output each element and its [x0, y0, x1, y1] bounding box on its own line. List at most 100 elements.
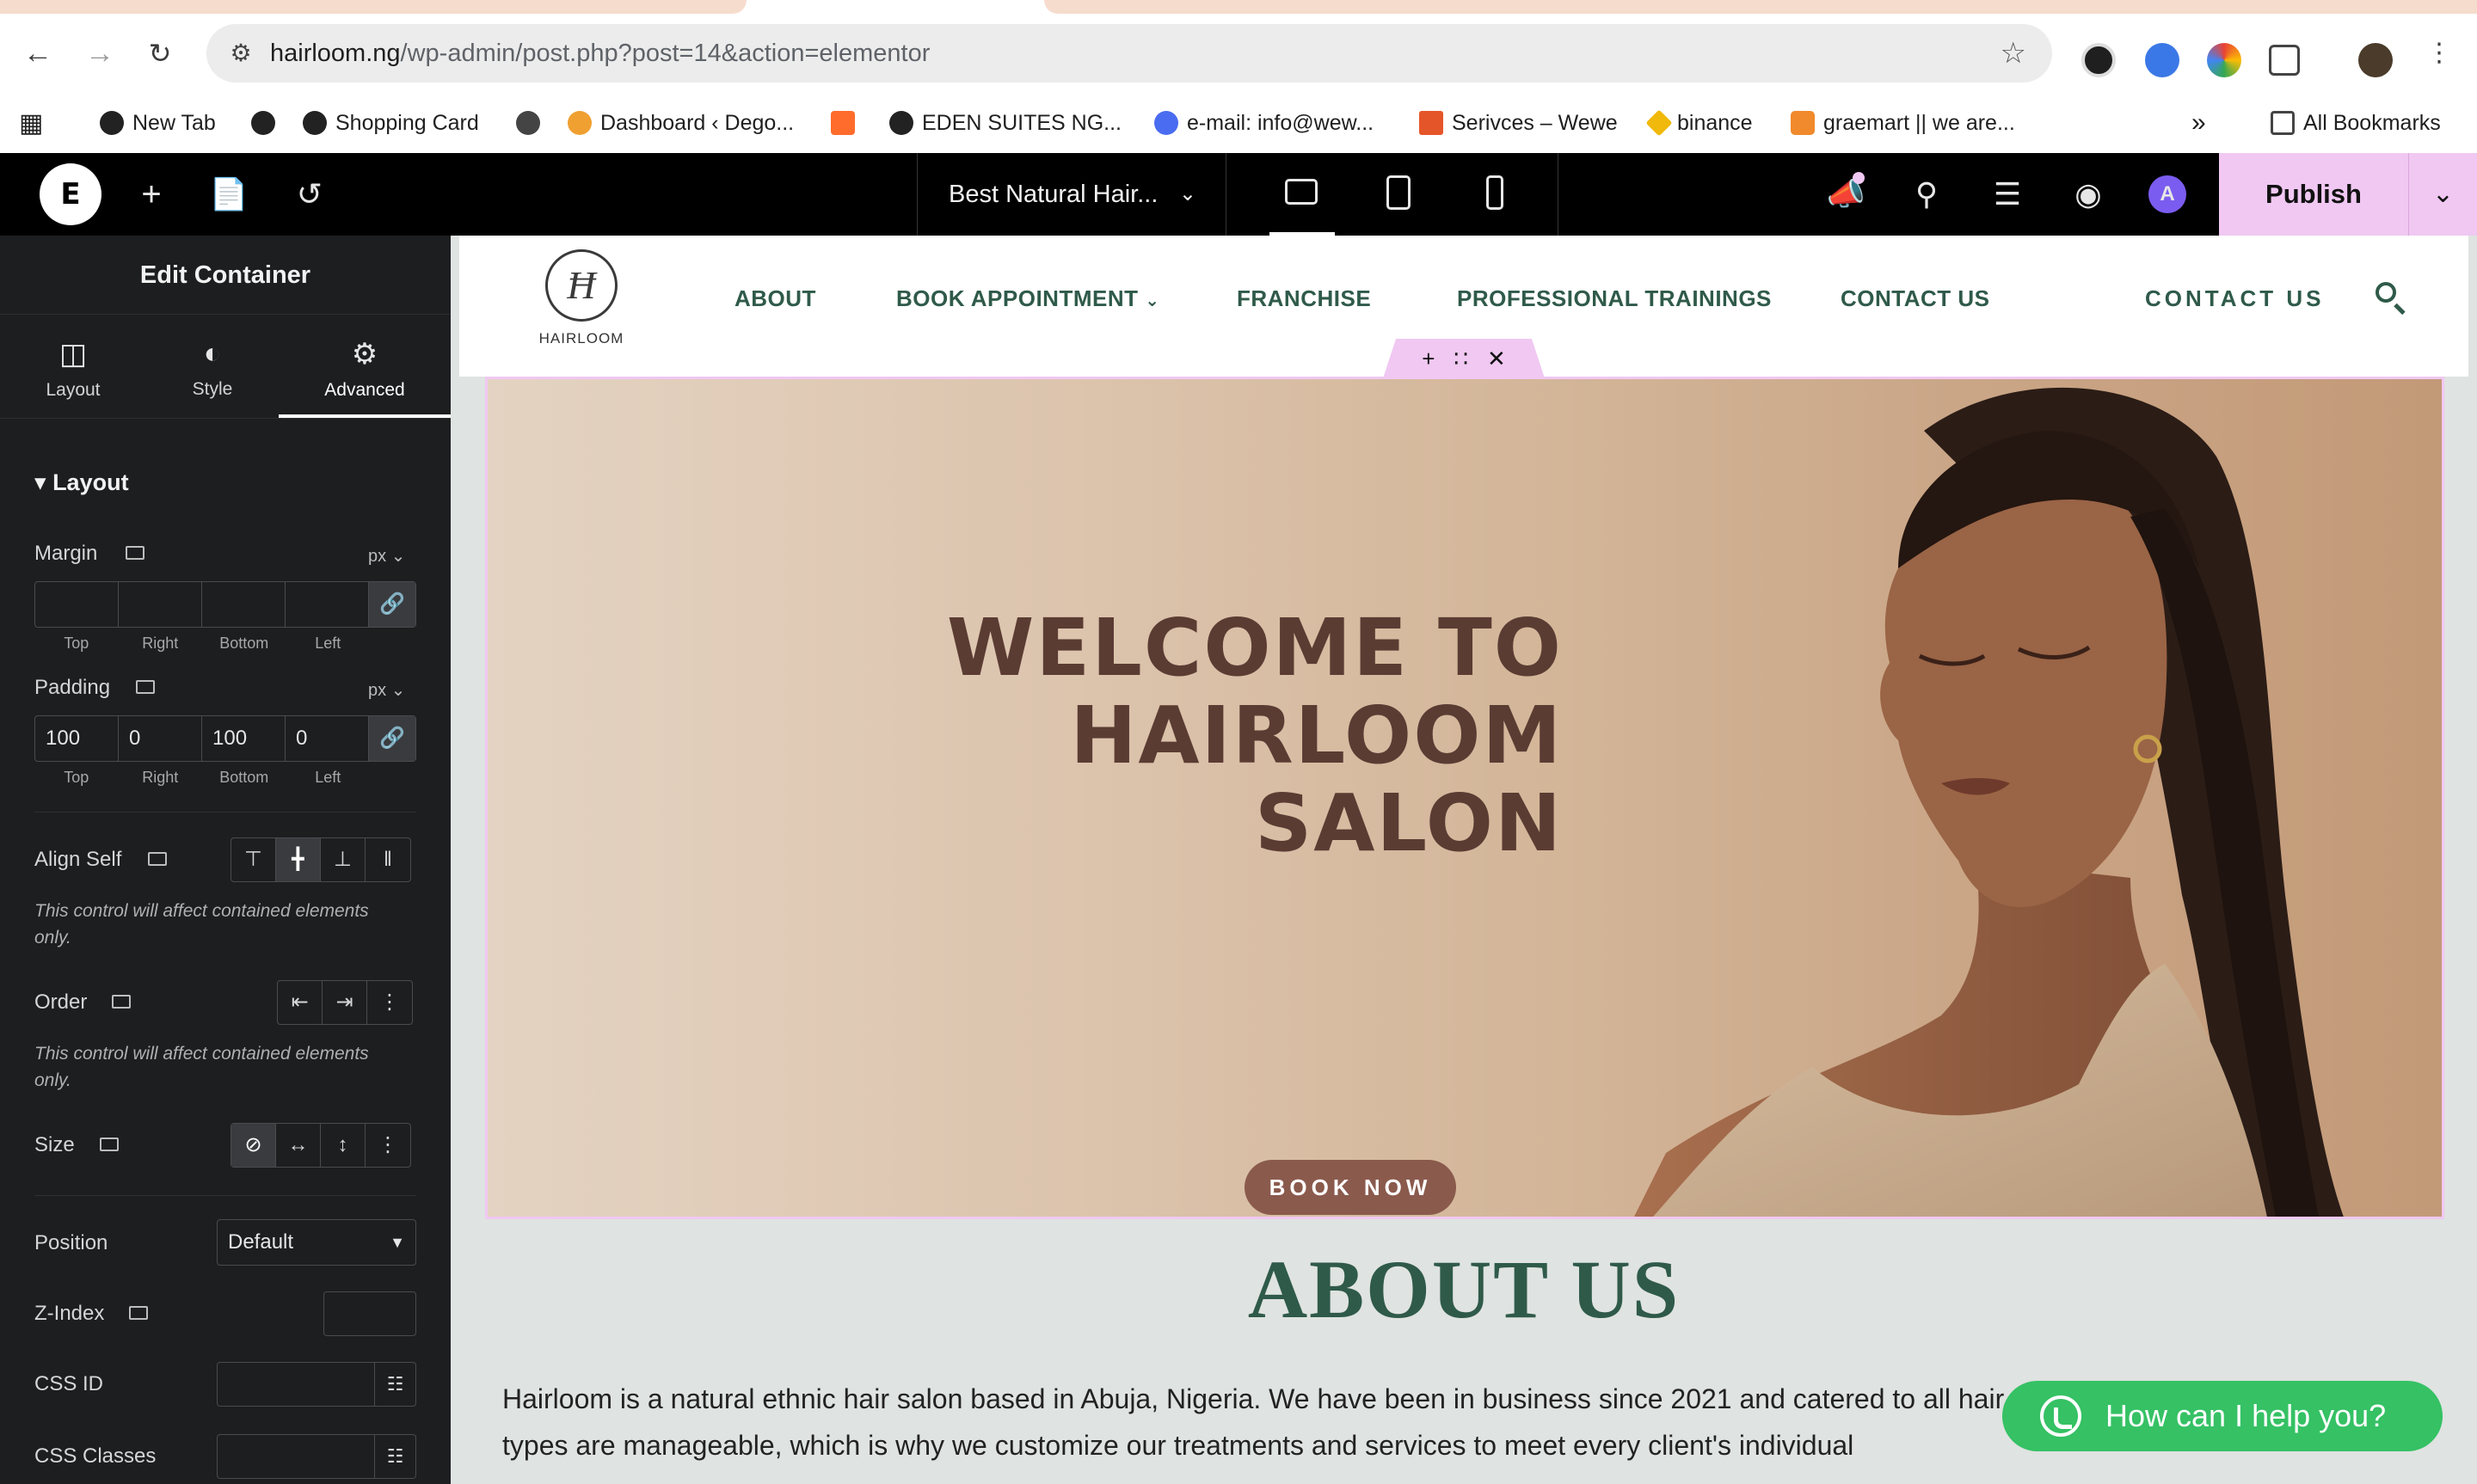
margin-right-input[interactable] — [119, 582, 202, 627]
bookmark-item[interactable]: Dashboard ‹ Dego... — [568, 108, 794, 138]
nav-book-appointment[interactable]: BOOK APPOINTMENT ⌄ — [896, 285, 1159, 312]
contact-us-button[interactable]: CONTACT US — [2145, 285, 2325, 312]
responsive-monitor-icon[interactable] — [129, 1306, 148, 1320]
ai-assistant-icon[interactable]: A — [2148, 175, 2186, 213]
desktop-icon[interactable] — [1269, 170, 1335, 236]
address-bar[interactable]: ⚙ hairloom.ng/wp-admin/post.php?post=14&… — [206, 24, 2052, 83]
tab-layout[interactable]: ◫ Layout — [0, 318, 146, 418]
tab-style[interactable]: ◐ Style — [139, 318, 286, 418]
history-icon[interactable]: ↺ — [287, 172, 332, 217]
order-first-icon[interactable]: ⇤ — [278, 981, 323, 1024]
hero-container[interactable]: WELCOME TO HAIRLOOM SALON BOOK NOW — [485, 377, 2444, 1219]
order-last-icon[interactable]: ⇥ — [323, 981, 367, 1024]
all-bookmarks[interactable]: All Bookmarks — [2271, 108, 2441, 138]
dynamic-tags-icon[interactable]: ☷ — [375, 1362, 416, 1407]
extensions-puzzle-icon[interactable] — [2269, 45, 2300, 76]
extension-icon[interactable] — [2145, 43, 2179, 77]
browser-tab[interactable] — [0, 0, 747, 14]
bookmark-item[interactable]: e-mail: info@wew... — [1154, 108, 1374, 138]
bookmark-item[interactable]: binance — [1645, 108, 1753, 138]
align-stretch-icon[interactable]: ‖ — [366, 838, 410, 881]
padding-right-input[interactable]: 0 — [119, 716, 202, 761]
more-options-icon[interactable]: ⋮ — [366, 1124, 410, 1167]
bookmark-item[interactable] — [516, 108, 549, 138]
margin-unit-select[interactable]: px ⌄ — [368, 545, 405, 567]
position-select[interactable]: Default ▼ — [217, 1219, 416, 1266]
globe-icon — [100, 111, 124, 135]
padding-left-input[interactable]: 0 — [286, 716, 369, 761]
bookmarks-overflow[interactable]: » — [2191, 108, 2206, 138]
padding-bottom-input[interactable]: 100 — [202, 716, 286, 761]
responsive-monitor-icon[interactable] — [126, 546, 144, 560]
css-classes-input[interactable] — [217, 1434, 375, 1479]
bookmark-item[interactable]: Serivces – Wewe — [1419, 108, 1618, 138]
margin-bottom-input[interactable] — [202, 582, 286, 627]
structure-layers-icon[interactable]: ☰ — [1985, 172, 2030, 217]
delete-container-icon[interactable]: ✕ — [1487, 346, 1506, 372]
publish-options-chevron-icon[interactable]: ⌄ — [2408, 153, 2477, 236]
zindex-input[interactable] — [323, 1291, 416, 1336]
margin-left-input[interactable] — [286, 582, 369, 627]
mobile-icon[interactable] — [1471, 170, 1519, 218]
site-search-icon[interactable] — [2374, 280, 2408, 316]
tablet-icon[interactable] — [1374, 170, 1423, 218]
nav-contact-us[interactable]: CONTACT US — [1841, 285, 1990, 312]
responsive-monitor-icon[interactable] — [136, 680, 155, 694]
bookmark-item[interactable]: graemart || we are... — [1791, 108, 2015, 138]
nav-franchise[interactable]: FRANCHISE — [1237, 285, 1371, 312]
whatsapp-chat-button[interactable]: How can I help you? — [2002, 1381, 2443, 1451]
nav-professional-trainings[interactable]: PROFESSIONAL TRAININGS — [1457, 285, 1772, 312]
link-values-icon[interactable]: 🔗 — [369, 582, 415, 627]
responsive-mode-switcher — [1226, 153, 1558, 236]
tab-advanced[interactable]: ⚙ Advanced — [279, 318, 451, 418]
margin-top-input[interactable] — [35, 582, 119, 627]
search-icon[interactable]: ⚲ — [1904, 172, 1949, 217]
css-id-input[interactable] — [217, 1362, 375, 1407]
page-settings-icon[interactable]: 📄 — [206, 172, 251, 217]
drag-handle-icon[interactable]: ∷ — [1454, 346, 1468, 372]
align-center-icon[interactable]: ╋ — [276, 838, 321, 881]
site-logo[interactable]: Ħ HAIRLOOM — [537, 249, 626, 363]
reload-icon[interactable]: ↻ — [143, 36, 177, 71]
back-icon[interactable]: ← — [21, 36, 55, 71]
size-grow-icon[interactable]: ↔ — [276, 1124, 321, 1167]
url-text[interactable]: hairloom.ng/wp-admin/post.php?post=14&ac… — [270, 40, 930, 68]
bookmark-item[interactable]: Shopping Card — [303, 108, 479, 138]
link-values-icon[interactable]: 🔗 — [369, 716, 415, 761]
add-element-icon[interactable]: + — [129, 172, 174, 217]
bookmark-item[interactable] — [251, 108, 284, 138]
align-start-icon[interactable]: ⊤ — [231, 838, 276, 881]
bookmark-item[interactable]: EDEN SUITES NG... — [889, 108, 1122, 138]
profile-avatar[interactable] — [2358, 43, 2393, 77]
responsive-monitor-icon[interactable] — [148, 852, 167, 866]
browser-tab[interactable] — [1044, 0, 2477, 14]
padding-unit-select[interactable]: px ⌄ — [368, 679, 405, 701]
dynamic-tags-icon[interactable]: ☷ — [375, 1434, 416, 1479]
bookmark-item[interactable]: New Tab — [100, 108, 216, 138]
size-none-icon[interactable]: ⊘ — [231, 1124, 276, 1167]
add-container-icon[interactable]: + — [1422, 346, 1435, 372]
padding-top-input[interactable]: 100 — [35, 716, 119, 761]
browser-menu-icon[interactable]: ⋮ — [2422, 36, 2456, 71]
responsive-monitor-icon[interactable] — [100, 1138, 119, 1151]
more-options-icon[interactable]: ⋮ — [367, 981, 412, 1024]
globe-icon — [303, 111, 327, 135]
document-title-dropdown[interactable]: Best Natural Hair... ⌄ — [917, 153, 1226, 236]
publish-button[interactable]: Publish — [2219, 153, 2408, 236]
bookmark-star-icon[interactable]: ☆ — [2001, 36, 2026, 71]
section-layout-toggle[interactable]: ▾ Layout — [34, 469, 129, 496]
bookmark-item[interactable] — [831, 108, 864, 138]
extension-icon[interactable] — [2207, 43, 2241, 77]
responsive-monitor-icon[interactable] — [112, 995, 131, 1009]
forward-icon[interactable]: → — [83, 36, 117, 71]
nav-about[interactable]: ABOUT — [734, 285, 816, 312]
book-now-button[interactable]: BOOK NOW — [1245, 1160, 1456, 1215]
hero-heading[interactable]: WELCOME TO HAIRLOOM SALON — [737, 604, 1563, 868]
elementor-logo[interactable]: E — [40, 163, 101, 225]
site-info-icon[interactable]: ⚙ — [225, 38, 256, 69]
extension-icon[interactable] — [2081, 43, 2116, 77]
size-shrink-icon[interactable]: ↕ — [321, 1124, 366, 1167]
apps-grid-icon[interactable]: ▦ — [19, 108, 43, 138]
align-end-icon[interactable]: ⊥ — [321, 838, 366, 881]
preview-eye-icon[interactable]: ◉ — [2066, 172, 2111, 217]
